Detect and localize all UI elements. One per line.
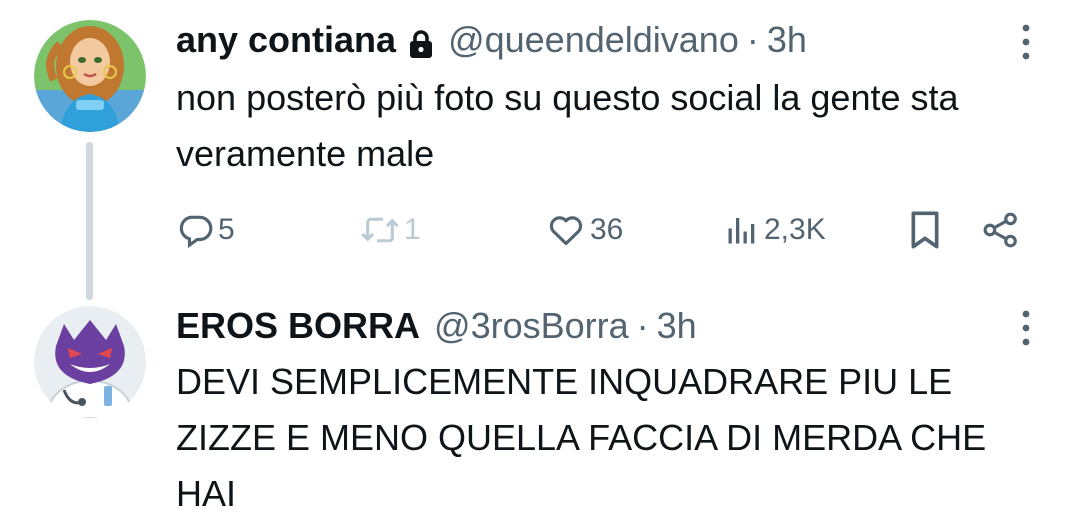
timestamp[interactable]: 3h	[657, 304, 697, 348]
tweet-actions: 5 1 36 2,3K	[176, 202, 1036, 258]
heart-icon	[549, 216, 583, 246]
reply-icon	[179, 215, 213, 249]
separator-dot: ·	[636, 305, 649, 346]
views-bar-chart-icon	[728, 218, 755, 244]
cartoon-fairy-avatar-icon	[34, 20, 146, 132]
avatar[interactable]	[34, 306, 146, 418]
retweet-icon	[361, 217, 399, 243]
tweet-reply[interactable]: EROS BORRA @3rosBorra · 3h DEVI SEMPLICE…	[0, 300, 1080, 522]
author-handle[interactable]: @queendeldivano	[448, 18, 739, 62]
tweet-original[interactable]: any contiana @queendeldivano · 3h non po…	[0, 0, 1080, 300]
author-name[interactable]: any contiana	[176, 18, 396, 62]
share-button[interactable]	[982, 202, 1020, 258]
bookmark-icon	[911, 211, 939, 249]
thread-connector-line	[86, 142, 93, 300]
tweet-text: non posterò più foto su questo social la…	[176, 77, 959, 174]
lock-icon	[408, 25, 434, 58]
more-options-button[interactable]	[1020, 22, 1032, 62]
share-icon	[983, 212, 1017, 248]
timestamp[interactable]: 3h	[767, 18, 807, 62]
retweet-count: 1	[404, 213, 421, 246]
avatar[interactable]	[34, 20, 146, 132]
views-button[interactable]: 2,3K	[724, 202, 826, 258]
like-count: 36	[590, 213, 624, 246]
purple-ghost-doctor-avatar-icon	[34, 306, 146, 418]
more-vertical-icon	[1022, 24, 1030, 60]
separator-dot: ·	[746, 19, 759, 60]
author-handle[interactable]: @3rosBorra	[434, 304, 629, 348]
more-vertical-icon	[1022, 310, 1030, 346]
like-button[interactable]: 36	[546, 202, 623, 258]
tweet-header: any contiana @queendeldivano · 3h	[176, 18, 807, 62]
reply-button[interactable]: 5	[176, 202, 235, 258]
tweet-text: DEVI SEMPLICEMENTE INQUADRARE PIU LE ZIZ…	[176, 361, 987, 514]
more-options-button[interactable]	[1020, 308, 1032, 348]
bookmark-button[interactable]	[908, 202, 942, 258]
reply-count: 5	[218, 213, 235, 246]
views-count: 2,3K	[764, 213, 826, 246]
tweet-header: EROS BORRA @3rosBorra · 3h	[176, 304, 697, 348]
author-name[interactable]: EROS BORRA	[176, 304, 420, 348]
retweet-button[interactable]: 1	[360, 202, 421, 258]
